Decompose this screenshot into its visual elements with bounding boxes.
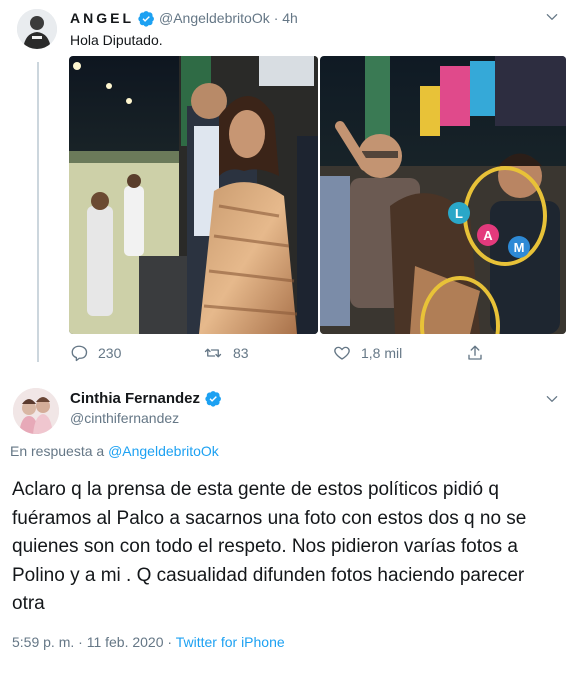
tweet2-header: Cinthia Fernandez: [70, 390, 222, 407]
display-name-cinthia[interactable]: Cinthia Fernandez: [70, 390, 200, 407]
tweet1-action-bar: 230 83 1,8 mil: [70, 344, 540, 366]
lam-badge-a: A: [477, 224, 499, 246]
reply-button[interactable]: 230: [70, 344, 121, 362]
reply-prefix: En respuesta a: [10, 443, 105, 459]
lam-badge-m: M: [508, 236, 530, 258]
avatar-cinthia[interactable]: [13, 388, 59, 434]
tweet1-header: ANGEL @AngeldebritoOk · 4h: [70, 8, 298, 28]
like-button[interactable]: 1,8 mil: [333, 344, 402, 362]
tweet2-text: Aclaro q la prensa de esta gente de esto…: [12, 479, 527, 614]
tweet1-photo-left[interactable]: [69, 56, 318, 334]
reply-context: En respuesta a @AngeldebritoOk: [10, 443, 219, 459]
tweet2-timestamp[interactable]: 5:59 p. m. · 11 feb. 2020: [12, 634, 164, 650]
meta-separator: ·: [167, 634, 176, 650]
lam-badge-l: L: [448, 202, 470, 224]
verified-badge-icon: [138, 10, 155, 27]
tweet1-time[interactable]: · 4h: [274, 10, 298, 26]
display-name-angel[interactable]: ANGEL: [70, 10, 134, 26]
handle-cinthia[interactable]: @cinthifernandez: [70, 410, 179, 426]
like-count: 1,8 mil: [361, 345, 403, 361]
tweet2-menu-chevron-icon[interactable]: [545, 392, 559, 406]
retweet-icon: [203, 344, 223, 362]
retweet-button[interactable]: 83: [203, 344, 249, 362]
share-icon: [466, 344, 484, 362]
tweet1-menu-chevron-icon[interactable]: [545, 10, 559, 24]
reply-count: 230: [98, 345, 122, 361]
share-button[interactable]: [466, 344, 484, 362]
verified-badge-icon: [205, 390, 222, 407]
handle-angel[interactable]: @AngeldebritoOk: [159, 10, 270, 26]
avatar-angel[interactable]: [17, 9, 57, 49]
retweet-count: 83: [233, 345, 249, 361]
tweet1-text: Hola Diputado.: [70, 32, 163, 48]
tweet2-meta: 5:59 p. m. · 11 feb. 2020 · Twitter for …: [12, 634, 285, 650]
heart-icon: [333, 344, 351, 362]
reply-to-link[interactable]: @AngeldebritoOk: [108, 443, 219, 459]
thread-line: [37, 62, 39, 362]
reply-icon: [70, 344, 88, 362]
tweet2-source[interactable]: Twitter for iPhone: [176, 634, 285, 650]
tweet1-photo-right[interactable]: L A M: [320, 56, 566, 334]
